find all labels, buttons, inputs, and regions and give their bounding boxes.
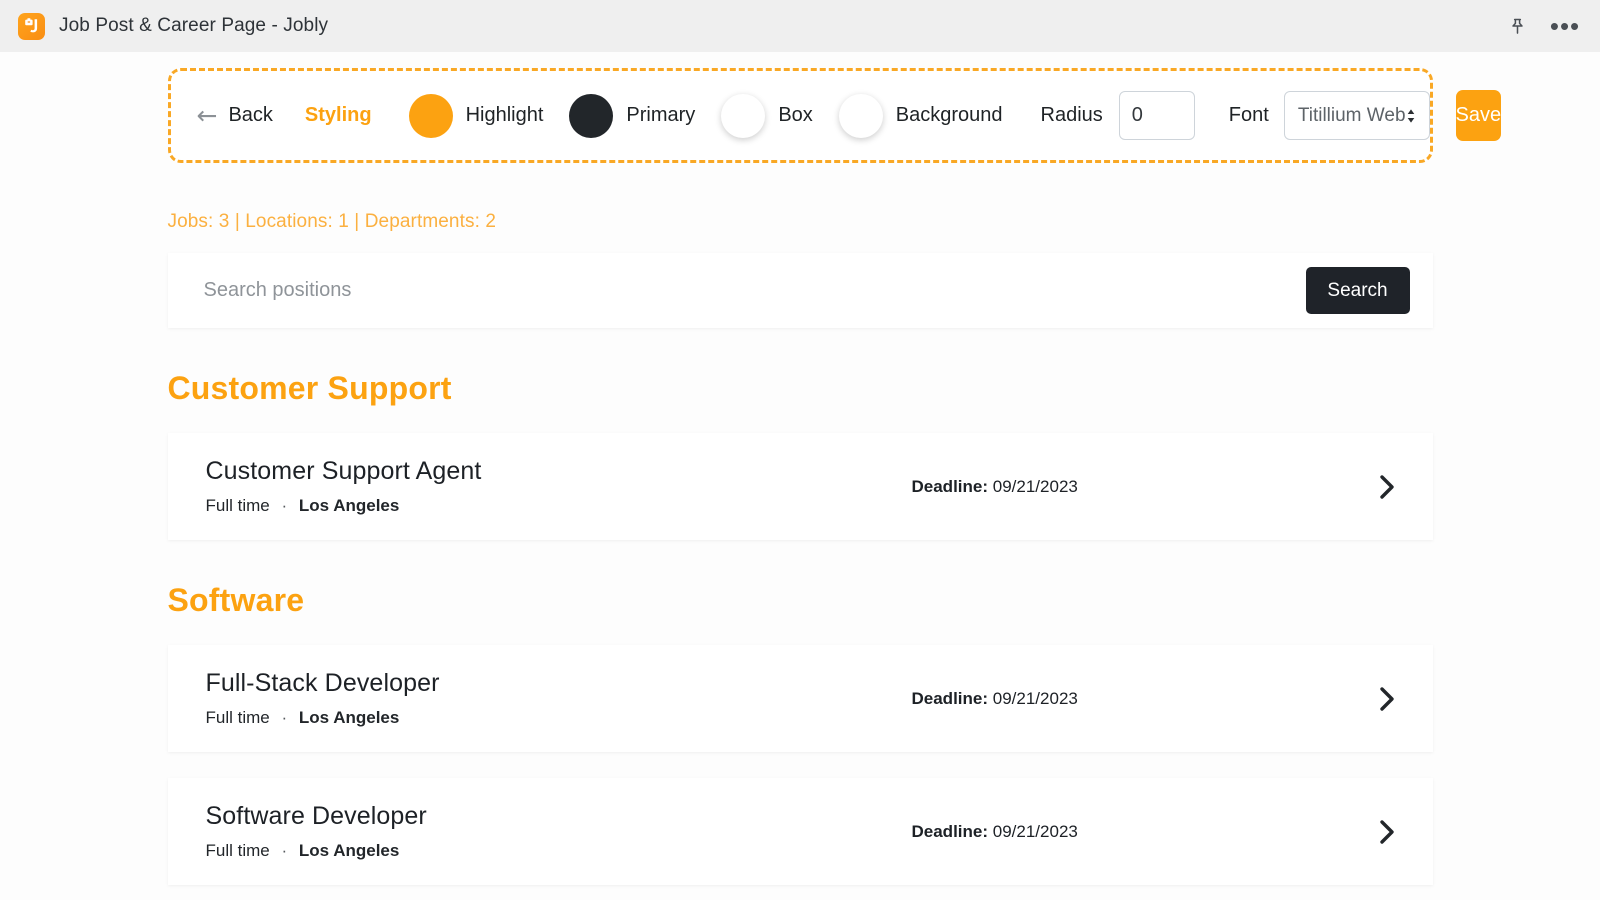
job-title: Software Developer [206, 802, 912, 831]
back-button[interactable]: ← Back [197, 103, 273, 128]
job-stats-summary: Jobs: 3 | Locations: 1 | Departments: 2 [168, 211, 1433, 233]
chevron-right-icon[interactable] [1378, 473, 1397, 501]
job-meta-separator: · [281, 496, 287, 515]
jobly-briefcase-j-icon [18, 13, 45, 40]
back-button-label: Back [228, 104, 272, 127]
chevron-right-icon[interactable] [1378, 818, 1397, 846]
career-page-preview: ← Back Styling Highlight Primary Box Bac… [0, 52, 1600, 900]
job-row[interactable]: Software Developer Full time · Los Angel… [168, 778, 1433, 885]
search-input[interactable] [204, 279, 1306, 302]
box-swatch-group: Box [721, 94, 812, 138]
radius-input[interactable] [1119, 91, 1195, 140]
job-location: Los Angeles [299, 841, 399, 860]
job-deadline-value: 09/21/2023 [993, 822, 1078, 841]
job-info: Software Developer Full time · Los Angel… [206, 802, 912, 861]
styling-toolbar: ← Back Styling Highlight Primary Box Bac… [168, 68, 1433, 163]
job-meta: Full time · Los Angeles [206, 708, 912, 728]
department-title-customer-support: Customer Support [168, 370, 1433, 407]
job-deadline: Deadline: 09/21/2023 [912, 477, 1078, 497]
job-type: Full time [206, 708, 270, 727]
more-options-glyph: ••• [1550, 21, 1580, 31]
primary-swatch-label: Primary [626, 104, 695, 127]
save-button[interactable]: Save [1456, 90, 1502, 141]
search-bar: Search [168, 253, 1433, 328]
job-deadline-label: Deadline: [912, 689, 989, 708]
job-location: Los Angeles [299, 708, 399, 727]
job-type: Full time [206, 841, 270, 860]
styling-tab[interactable]: Styling [305, 104, 372, 127]
job-deadline-value: 09/21/2023 [993, 477, 1078, 496]
chevron-right-icon[interactable] [1378, 685, 1397, 713]
background-swatch-label: Background [896, 104, 1003, 127]
job-deadline: Deadline: 09/21/2023 [912, 822, 1078, 842]
job-row[interactable]: Full-Stack Developer Full time · Los Ang… [168, 645, 1433, 752]
job-meta: Full time · Los Angeles [206, 496, 912, 516]
titlebar-actions: ••• [1506, 15, 1582, 37]
job-meta-separator: · [281, 708, 287, 727]
font-select-value: Titillium Web [1298, 105, 1406, 127]
job-location: Los Angeles [299, 496, 399, 515]
font-select[interactable]: Titillium Web [1284, 91, 1430, 140]
department-title-software: Software [168, 582, 1433, 619]
job-type: Full time [206, 496, 270, 515]
chevron-updown-icon [1406, 108, 1416, 124]
primary-swatch-group: Primary [569, 94, 695, 138]
background-swatch-group: Background [839, 94, 1003, 138]
job-title: Full-Stack Developer [206, 669, 912, 698]
content-wrapper: ← Back Styling Highlight Primary Box Bac… [168, 52, 1433, 885]
job-row[interactable]: Customer Support Agent Full time · Los A… [168, 433, 1433, 540]
arrow-left-icon: ← [197, 103, 218, 128]
job-info: Full-Stack Developer Full time · Los Ang… [206, 669, 912, 728]
job-info: Customer Support Agent Full time · Los A… [206, 457, 912, 516]
pushpin-icon[interactable] [1506, 15, 1528, 37]
window-titlebar: Job Post & Career Page - Jobly ••• [0, 0, 1600, 52]
job-title: Customer Support Agent [206, 457, 912, 486]
radius-label: Radius [1041, 104, 1103, 127]
box-color-swatch[interactable] [721, 94, 765, 138]
highlight-swatch-group: Highlight [409, 94, 544, 138]
search-button[interactable]: Search [1306, 267, 1410, 314]
highlight-color-swatch[interactable] [409, 94, 453, 138]
background-color-swatch[interactable] [839, 94, 883, 138]
window-title: Job Post & Career Page - Jobly [59, 15, 328, 37]
more-options-icon[interactable]: ••• [1554, 15, 1576, 37]
font-label: Font [1229, 104, 1269, 127]
highlight-swatch-label: Highlight [466, 104, 544, 127]
job-deadline-value: 09/21/2023 [993, 689, 1078, 708]
job-deadline: Deadline: 09/21/2023 [912, 689, 1078, 709]
primary-color-swatch[interactable] [569, 94, 613, 138]
job-meta-separator: · [281, 841, 287, 860]
job-deadline-label: Deadline: [912, 477, 989, 496]
job-meta: Full time · Los Angeles [206, 841, 912, 861]
box-swatch-label: Box [778, 104, 812, 127]
job-deadline-label: Deadline: [912, 822, 989, 841]
